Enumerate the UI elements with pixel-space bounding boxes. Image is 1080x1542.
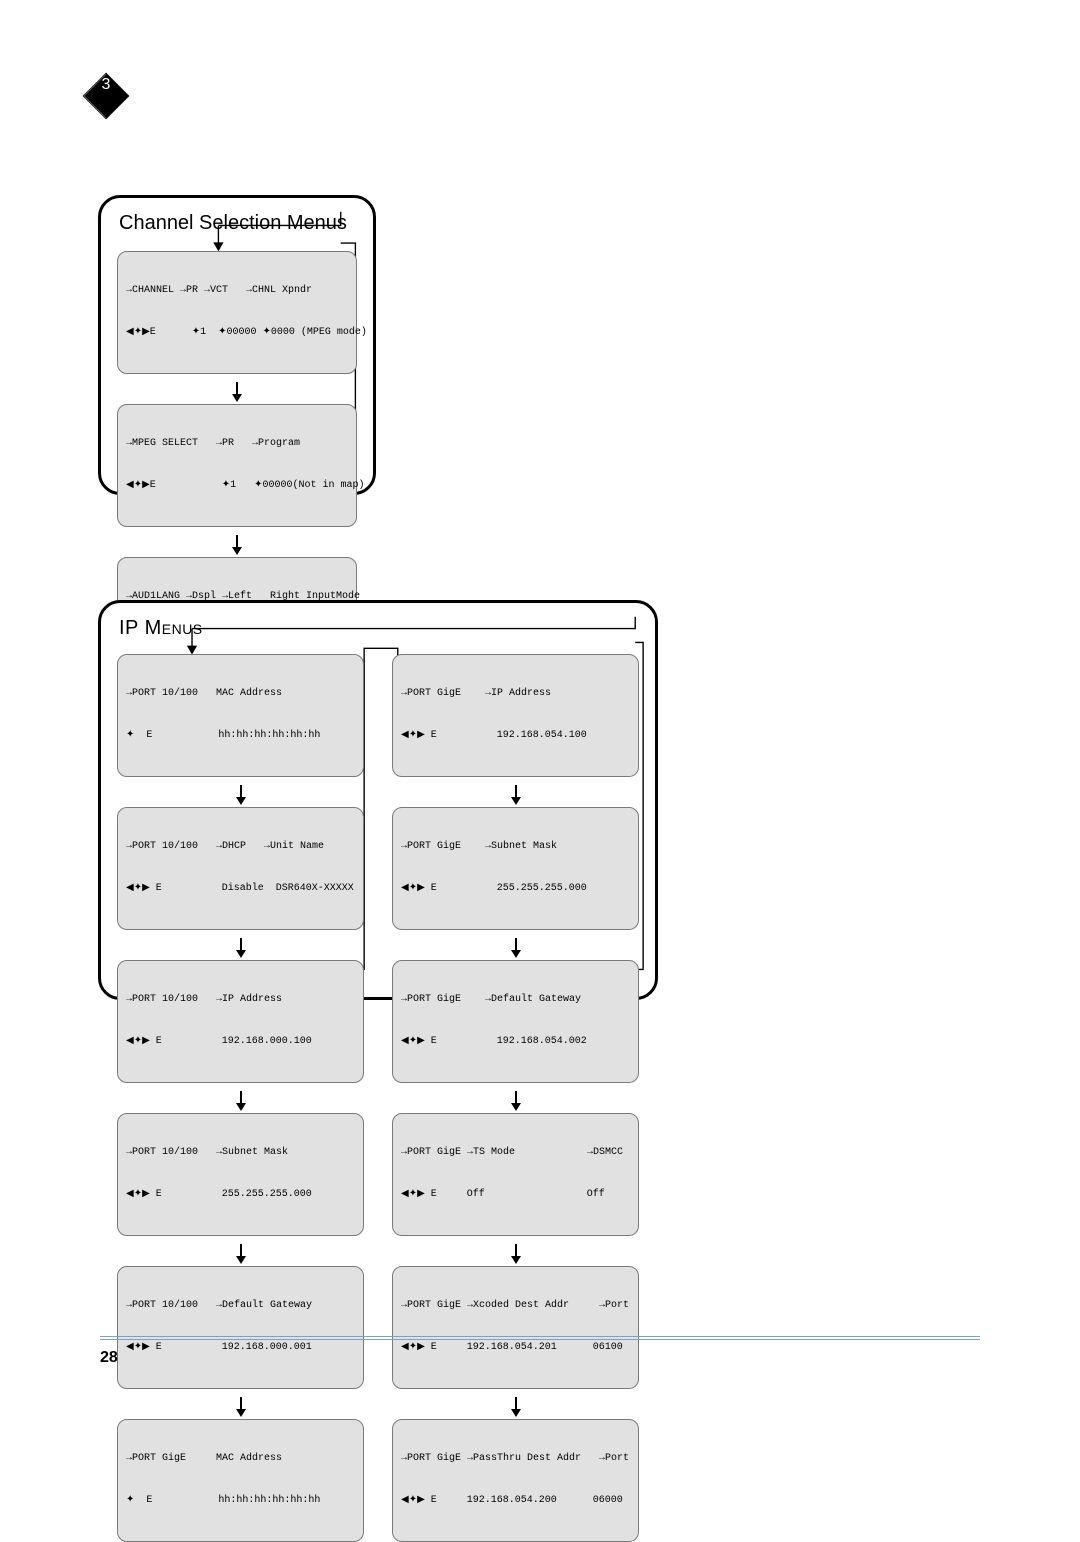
lcd-line: ◀✦▶ E 255.255.255.000 bbox=[126, 1188, 355, 1202]
panel-ip-title: IP Menus bbox=[119, 617, 639, 640]
lcd-line: →PORT GigE MAC Address bbox=[126, 1452, 355, 1466]
lcd-gige-tsmode: →PORT GigE →TS Mode →DSMCC ◀✦▶ E Off Off bbox=[392, 1113, 639, 1236]
lcd-port10100-subnet: →PORT 10/100 →Subnet Mask ◀✦▶ E 255.255.… bbox=[117, 1113, 364, 1236]
lcd-line: ✦ E hh:hh:hh:hh:hh:hh bbox=[126, 729, 355, 743]
lcd-port10100-gateway: →PORT 10/100 →Default Gateway ◀✦▶ E 192.… bbox=[117, 1266, 364, 1389]
lcd-port10100-mac: →PORT 10/100 MAC Address ✦ E hh:hh:hh:hh… bbox=[117, 654, 364, 777]
flow-arrow-down bbox=[511, 1409, 521, 1417]
lcd-line: →PORT 10/100 →DHCP →Unit Name bbox=[126, 840, 355, 854]
lcd-line: →PORT GigE →IP Address bbox=[401, 687, 630, 701]
lcd-line: ◀✦▶ E 192.168.054.200 06000 bbox=[401, 1494, 630, 1508]
lcd-line: ◀✦▶ E 192.168.054.201 06100 bbox=[401, 1341, 630, 1355]
lcd-line: →PORT 10/100 MAC Address bbox=[126, 687, 355, 701]
lcd-line: →PORT GigE →Xcoded Dest Addr →Port bbox=[401, 1299, 630, 1313]
flow-arrow-down bbox=[236, 1103, 246, 1111]
panel-channel-selection: Channel Selection Menus →CHANNEL →PR →VC… bbox=[98, 195, 376, 495]
lcd-line: ◀✦▶E ✦1 ✦00000 ✦0000 (MPEG mode) bbox=[126, 326, 348, 340]
lcd-line: ◀✦▶ E Disable DSR640X-XXXXX bbox=[126, 882, 355, 896]
lcd-line: →PORT 10/100 →Default Gateway bbox=[126, 1299, 355, 1313]
flow-arrow-down bbox=[236, 1256, 246, 1264]
lcd-line: →PORT 10/100 →Subnet Mask bbox=[126, 1146, 355, 1160]
lcd-line: ◀✦▶E ✦1 ✦00000(Not in map) bbox=[126, 479, 348, 493]
lcd-line: ◀✦▶ E 192.168.000.001 bbox=[126, 1341, 355, 1355]
lcd-line: →CHANNEL →PR →VCT →CHNL Xpndr bbox=[126, 284, 348, 298]
lcd-line: →PORT GigE →Subnet Mask bbox=[401, 840, 630, 854]
flow-arrow-down bbox=[236, 1409, 246, 1417]
lcd-line: ◀✦▶ E 192.168.000.100 bbox=[126, 1035, 355, 1049]
lcd-line: ✦ E hh:hh:hh:hh:hh:hh bbox=[126, 1494, 355, 1508]
flow-arrow-down bbox=[232, 394, 242, 402]
ip-right-column: →PORT GigE →IP Address ◀✦▶ E 192.168.054… bbox=[392, 654, 639, 1542]
page-number: 28 bbox=[100, 1349, 118, 1367]
flow-arrow-down bbox=[232, 547, 242, 555]
lcd-port10100-dhcp: →PORT 10/100 →DHCP →Unit Name ◀✦▶ E Disa… bbox=[117, 807, 364, 930]
lcd-gige-passthru: →PORT GigE →PassThru Dest Addr →Port ◀✦▶… bbox=[392, 1419, 639, 1542]
flow-arrow-down bbox=[236, 950, 246, 958]
flow-arrow-down bbox=[511, 1103, 521, 1111]
flow-arrow-down bbox=[511, 1256, 521, 1264]
lcd-mpeg-select: →MPEG SELECT →PR →Program ◀✦▶E ✦1 ✦00000… bbox=[117, 404, 357, 527]
flow-arrow-down bbox=[511, 950, 521, 958]
page: 3 Channel Selection Menus →CHANNEL →PR →… bbox=[0, 0, 1080, 1397]
footer-rule bbox=[100, 1336, 980, 1337]
lcd-port10100-ip: →PORT 10/100 →IP Address ◀✦▶ E 192.168.0… bbox=[117, 960, 364, 1083]
lcd-line: →PORT GigE →PassThru Dest Addr →Port bbox=[401, 1452, 630, 1466]
lcd-line: ◀✦▶ E 192.168.054.100 bbox=[401, 729, 630, 743]
lcd-line: →MPEG SELECT →PR →Program bbox=[126, 437, 348, 451]
chapter-number: 3 bbox=[80, 76, 132, 94]
lcd-gige-gateway: →PORT GigE →Default Gateway ◀✦▶ E 192.16… bbox=[392, 960, 639, 1083]
lcd-gige-subnet: →PORT GigE →Subnet Mask ◀✦▶ E 255.255.25… bbox=[392, 807, 639, 930]
lcd-line: →PORT GigE →TS Mode →DSMCC bbox=[401, 1146, 630, 1160]
lcd-line: ◀✦▶ E 192.168.054.002 bbox=[401, 1035, 630, 1049]
lcd-gige-ip: →PORT GigE →IP Address ◀✦▶ E 192.168.054… bbox=[392, 654, 639, 777]
lcd-channel: →CHANNEL →PR →VCT →CHNL Xpndr ◀✦▶E ✦1 ✦0… bbox=[117, 251, 357, 374]
flow-arrow-down bbox=[236, 797, 246, 805]
lcd-gige-xcoded: →PORT GigE →Xcoded Dest Addr →Port ◀✦▶ E… bbox=[392, 1266, 639, 1389]
flow-arrow-down bbox=[511, 797, 521, 805]
lcd-line: ◀✦▶ E Off Off bbox=[401, 1188, 630, 1202]
lcd-gige-mac: →PORT GigE MAC Address ✦ E hh:hh:hh:hh:h… bbox=[117, 1419, 364, 1542]
panel-channel-title: Channel Selection Menus bbox=[119, 212, 357, 235]
lcd-line: →PORT 10/100 →IP Address bbox=[126, 993, 355, 1007]
lcd-line: ◀✦▶ E 255.255.255.000 bbox=[401, 882, 630, 896]
lcd-line: →PORT GigE →Default Gateway bbox=[401, 993, 630, 1007]
chapter-marker: 3 bbox=[80, 70, 132, 122]
panel-ip-menus: IP Menus →PORT 10/100 MAC Address ✦ E hh… bbox=[98, 600, 658, 1000]
ip-left-column: →PORT 10/100 MAC Address ✦ E hh:hh:hh:hh… bbox=[117, 654, 364, 1542]
